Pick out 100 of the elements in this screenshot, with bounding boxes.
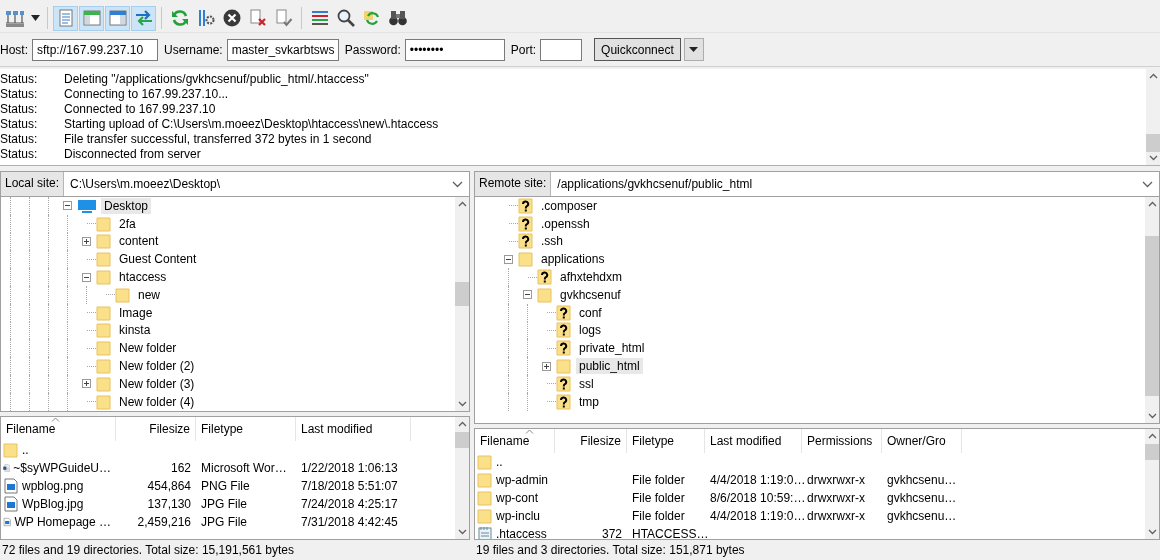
chevron-down-icon[interactable] bbox=[452, 180, 463, 188]
column-header[interactable]: Filesize bbox=[555, 429, 627, 453]
tree-item[interactable]: New folder (2) bbox=[116, 358, 198, 375]
folder-icon bbox=[518, 251, 534, 268]
log-message: Deleting "/applications/gvkhcsenuf/public_html/.htaccess" bbox=[64, 72, 369, 87]
tree-item[interactable]: applications bbox=[538, 251, 608, 268]
tree-item[interactable]: ssl bbox=[576, 375, 597, 392]
scrollbar-thumb[interactable] bbox=[1145, 444, 1159, 460]
folder-icon bbox=[96, 340, 112, 357]
table-cell: 7/24/2018 4:25:17 bbox=[301, 497, 398, 511]
file-name[interactable]: wp-admin bbox=[496, 473, 549, 487]
scrollbar-thumb[interactable] bbox=[1145, 236, 1159, 396]
file-name[interactable]: wpblog.png bbox=[22, 479, 84, 493]
tree-item[interactable]: Image bbox=[116, 304, 156, 321]
column-header[interactable]: Owner/Gro bbox=[882, 429, 962, 453]
tree-item[interactable]: kinsta bbox=[116, 322, 154, 339]
column-header[interactable]: Filetype bbox=[196, 417, 296, 441]
column-header[interactable]: Filesize bbox=[116, 417, 196, 441]
tree-item[interactable]: public_html bbox=[576, 358, 643, 375]
scroll-up-icon[interactable] bbox=[457, 201, 467, 207]
chevron-down-icon[interactable] bbox=[1142, 180, 1153, 188]
tree-toggle[interactable] bbox=[82, 237, 91, 246]
host-label: Host: bbox=[0, 42, 28, 57]
column-header[interactable]: Filename bbox=[475, 429, 555, 453]
scroll-down-icon[interactable] bbox=[1147, 413, 1157, 419]
password-field[interactable]: •••••••• bbox=[404, 38, 505, 61]
column-header[interactable]: Permissions bbox=[802, 429, 882, 453]
file-name[interactable]: .. bbox=[22, 443, 29, 457]
scrollbar[interactable] bbox=[455, 417, 469, 539]
username-field[interactable]: master_svkarbtsws bbox=[226, 38, 339, 61]
tree-item[interactable]: Guest Content bbox=[116, 251, 200, 268]
scroll-up-icon[interactable] bbox=[1147, 433, 1157, 439]
scrollbar[interactable] bbox=[1145, 429, 1159, 539]
caret-icon bbox=[30, 15, 40, 21]
tree-item[interactable]: content bbox=[116, 233, 162, 250]
column-header[interactable]: Last modified bbox=[705, 429, 802, 453]
table-cell: 4/4/2018 1:19:0… bbox=[710, 509, 806, 523]
tree-toggle[interactable] bbox=[82, 272, 91, 282]
folder-icon bbox=[477, 454, 493, 470]
scrollbar-thumb[interactable] bbox=[455, 432, 469, 448]
folder-icon bbox=[115, 286, 131, 303]
tree-item[interactable]: Desktop bbox=[101, 197, 152, 214]
file-name[interactable]: WP Homepage … bbox=[14, 515, 111, 529]
scrollbar[interactable] bbox=[455, 197, 469, 411]
sort-caret-icon bbox=[525, 429, 534, 434]
site-path-combobox[interactable]: C:\Users\m.moeez\Desktop\ bbox=[64, 172, 469, 196]
scrollbar[interactable] bbox=[1146, 69, 1160, 165]
tree-item[interactable]: New folder (4) bbox=[116, 393, 198, 410]
tree-item[interactable]: afhxtehdxm bbox=[557, 269, 626, 286]
tree-item[interactable]: .composer bbox=[538, 197, 601, 214]
column-header[interactable]: Last modified bbox=[296, 417, 411, 441]
file-name[interactable]: .htaccess bbox=[496, 527, 547, 539]
column-header[interactable]: Filetype bbox=[627, 429, 705, 453]
scrollbar-thumb[interactable] bbox=[455, 282, 469, 306]
scrollbar-thumb[interactable] bbox=[1146, 134, 1160, 152]
tree-item[interactable]: new bbox=[135, 286, 163, 303]
tree-item[interactable]: .openssh bbox=[538, 215, 593, 232]
tree-toggle[interactable] bbox=[542, 361, 551, 371]
sync-icon bbox=[361, 8, 382, 28]
log-message: Disconnected from server bbox=[64, 147, 201, 162]
tree-toggle[interactable] bbox=[63, 201, 72, 211]
tree-item[interactable]: 2fa bbox=[116, 215, 139, 232]
site-path-combobox[interactable]: /applications/gvkhcsenuf/public_html bbox=[551, 172, 1159, 196]
host-field[interactable]: sftp://167.99.237.10 bbox=[32, 38, 158, 61]
tree-toggle[interactable] bbox=[504, 254, 513, 264]
tree-toggle[interactable] bbox=[523, 290, 532, 300]
column-header[interactable]: Filename bbox=[1, 417, 116, 441]
file-name[interactable]: .. bbox=[496, 455, 503, 469]
scroll-up-icon[interactable] bbox=[457, 421, 467, 427]
tree-item[interactable]: tmp bbox=[576, 393, 602, 410]
quickconnect-dropdown[interactable] bbox=[683, 38, 704, 61]
tree-item[interactable]: .ssh bbox=[538, 233, 566, 250]
tree-item[interactable]: New folder (3) bbox=[116, 375, 198, 392]
tree-item[interactable]: gvkhcsenuf bbox=[557, 286, 624, 303]
scroll-down-icon[interactable] bbox=[457, 401, 467, 407]
tree-toggle[interactable] bbox=[82, 379, 91, 389]
tree-item[interactable]: logs bbox=[576, 322, 604, 339]
folder-icon bbox=[96, 304, 112, 321]
scroll-down-icon[interactable] bbox=[457, 529, 467, 535]
table-cell: JPG File bbox=[201, 515, 247, 529]
tree-item[interactable]: private_html bbox=[576, 340, 648, 357]
sort-caret-icon bbox=[51, 417, 60, 422]
scroll-down-icon[interactable] bbox=[1147, 529, 1157, 535]
scroll-up-icon[interactable] bbox=[1147, 201, 1157, 207]
file-name[interactable]: wp-cont bbox=[496, 491, 539, 505]
magnifier-icon bbox=[335, 8, 356, 28]
tree-item[interactable]: New folder bbox=[116, 340, 180, 357]
port-field[interactable] bbox=[540, 38, 583, 61]
caret-icon bbox=[689, 47, 699, 52]
tree-item[interactable]: htaccess bbox=[116, 269, 170, 286]
scroll-up-icon[interactable] bbox=[1148, 73, 1158, 79]
file-name[interactable]: WpBlog.jpg bbox=[22, 497, 84, 511]
file-name[interactable]: ~$syWPGuideU… bbox=[13, 461, 111, 475]
scroll-down-icon[interactable] bbox=[1148, 155, 1158, 161]
site-label: Local site: bbox=[1, 172, 65, 196]
file-name[interactable]: wp-inclu bbox=[496, 509, 540, 523]
scrollbar[interactable] bbox=[1145, 197, 1159, 423]
table-cell: HTACCESS… bbox=[632, 527, 709, 539]
quickconnect-button[interactable]: Quickconnect bbox=[594, 38, 681, 61]
tree-item[interactable]: conf bbox=[576, 304, 605, 321]
